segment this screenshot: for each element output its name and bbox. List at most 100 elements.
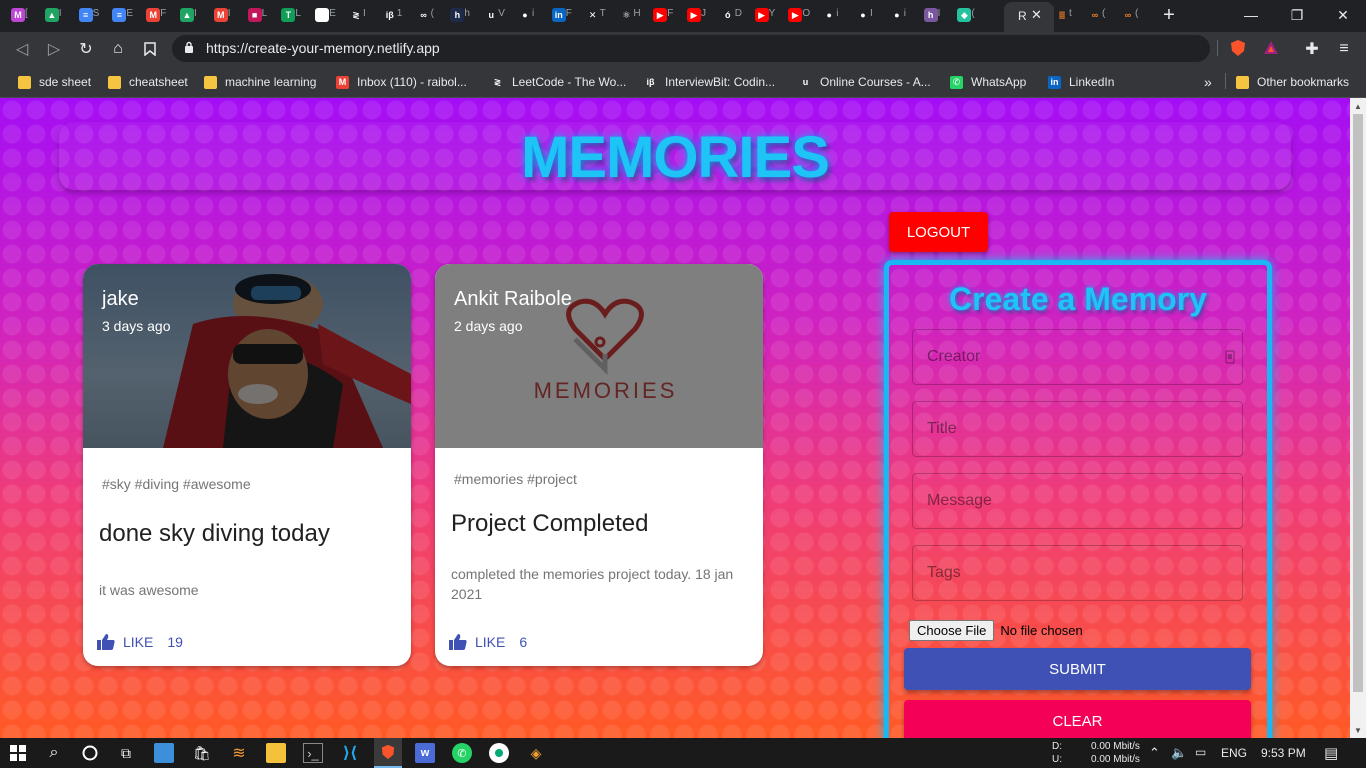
tab-close-icon[interactable]: ✕ [1031, 7, 1042, 23]
title-field[interactable]: Title [912, 401, 1243, 457]
cortana-icon[interactable] [80, 743, 100, 763]
tab[interactable]: TL [278, 4, 301, 26]
tab[interactable]: MF [143, 4, 166, 26]
other-bookmarks[interactable]: Other bookmarks [1236, 73, 1349, 91]
scrollbar-thumb[interactable] [1353, 114, 1363, 692]
language-indicator[interactable]: ENG [1221, 746, 1247, 760]
tab[interactable]: óD [718, 4, 742, 26]
chevron-up-icon[interactable]: ⌃ [1149, 745, 1160, 761]
submit-button[interactable]: SUBMIT [904, 648, 1251, 690]
folder-icon [204, 75, 217, 89]
tab[interactable]: ▲ I [42, 4, 62, 26]
bookmark-item[interactable]: iβ InterviewBit: Codin... [644, 73, 775, 91]
tab-active[interactable]: R ✕ [1004, 2, 1054, 32]
tab[interactable]: ≡ E [109, 4, 133, 26]
tab[interactable]: ≣ t [1052, 4, 1072, 26]
tab[interactable]: M[ [8, 4, 28, 26]
tab[interactable]: ▶ F [650, 4, 673, 26]
task-view-icon[interactable]: ⧉ [116, 743, 136, 763]
brave-shield-icon[interactable] [1229, 39, 1247, 57]
tags-field[interactable]: Tags [912, 545, 1243, 601]
git-icon[interactable]: ◈ [526, 743, 546, 763]
tab[interactable]: ▲ I [177, 4, 197, 26]
tab-label: ( [430, 8, 434, 19]
autofill-key-icon[interactable] [1225, 350, 1235, 364]
like-label: LIKE [475, 634, 506, 650]
creator-field[interactable]: Creator [912, 329, 1243, 385]
battery-icon[interactable]: ▭ [1195, 745, 1206, 759]
more-bookmarks-button[interactable]: » [1204, 73, 1212, 91]
tab[interactable]: hI [921, 4, 941, 26]
windows-start-icon[interactable] [8, 743, 28, 763]
tab[interactable]: hh [447, 4, 470, 26]
clear-button[interactable]: CLEAR [904, 700, 1251, 738]
volume-icon[interactable]: 🔈 [1171, 745, 1187, 761]
post-image-skydiving: jake 3 days ago [83, 264, 411, 448]
tab[interactable]: iβ 1 [380, 4, 402, 26]
close-window-icon[interactable]: ✕ [1320, 0, 1366, 30]
bookmark-item[interactable]: machine learning [204, 73, 316, 91]
choose-file-button[interactable]: Choose File [909, 620, 995, 641]
tab-label: I [937, 8, 941, 19]
sublime-icon[interactable]: ≋ [229, 743, 249, 763]
tab[interactable]: ∞( [414, 4, 434, 26]
tab[interactable]: ≷ I [346, 4, 366, 26]
tab[interactable]: ↗ E [312, 4, 336, 26]
bookmark-item[interactable]: sde sheet [18, 73, 91, 91]
tab[interactable]: ▶ O [785, 4, 810, 26]
like-button[interactable]: LIKE 6 [449, 634, 527, 650]
minimize-icon[interactable]: — [1228, 0, 1274, 30]
brave-taskbar-icon[interactable] [374, 738, 402, 768]
tab[interactable]: ● i [819, 4, 839, 26]
new-tab-button[interactable]: + [1158, 4, 1180, 26]
tab[interactable]: ∞( [1085, 4, 1105, 26]
tab[interactable]: ● i [887, 4, 907, 26]
bookmark-item[interactable]: cheatsheet [108, 73, 188, 91]
tab[interactable]: ◆( [954, 4, 975, 26]
menu-icon[interactable]: ≡ [1333, 38, 1355, 60]
message-field[interactable]: Message [912, 473, 1243, 529]
tab[interactable]: ≡ S [76, 4, 99, 26]
app-icon[interactable] [489, 743, 509, 763]
tab[interactable]: MI [211, 4, 231, 26]
tab[interactable]: ■ L [245, 4, 267, 26]
brave-rewards-icon[interactable] [1262, 39, 1280, 57]
extensions-icon[interactable]: ✚ [1301, 38, 1323, 60]
whatsapp-taskbar-icon[interactable]: ✆ [452, 743, 472, 763]
search-icon[interactable]: ⌕ [44, 743, 64, 763]
notifications-icon[interactable]: ▤ [1324, 744, 1338, 762]
tab[interactable]: ● i [515, 4, 535, 26]
tab[interactable]: ✕ T [583, 4, 606, 26]
folder-icon [18, 75, 31, 89]
vscode-icon[interactable]: ⟩⟨ [340, 743, 360, 763]
file-explorer-icon[interactable] [266, 743, 286, 763]
tab[interactable]: ▶ Y [752, 4, 775, 26]
logout-button[interactable]: LOGOUT [889, 212, 988, 252]
home-icon[interactable]: ⌂ [107, 38, 129, 60]
scroll-down-icon[interactable]: ▼ [1353, 726, 1363, 735]
tab[interactable]: uV [481, 4, 505, 26]
forward-icon[interactable]: ▷ [43, 38, 65, 60]
computer-icon[interactable] [154, 743, 174, 763]
address-bar[interactable]: https://create-your-memory.netlify.app [172, 35, 1210, 62]
bookmark-icon[interactable] [139, 38, 161, 60]
tab[interactable]: ● I [853, 4, 873, 26]
tab[interactable]: ∞( [1118, 4, 1138, 26]
tab[interactable]: in F [549, 4, 572, 26]
tab[interactable]: ⚛ H [616, 4, 641, 26]
bookmark-item[interactable]: ≷ LeetCode - The Wo... [491, 73, 626, 91]
like-button[interactable]: LIKE 19 [97, 634, 183, 650]
bookmark-item[interactable]: M Inbox (110) - raibol... [336, 73, 467, 91]
clock[interactable]: 9:53 PM [1261, 746, 1306, 760]
scroll-up-icon[interactable]: ▲ [1353, 102, 1363, 111]
tab[interactable]: ▶ J [684, 4, 706, 26]
maximize-icon[interactable]: ❐ [1274, 0, 1320, 30]
reload-icon[interactable]: ↻ [75, 38, 97, 60]
back-icon[interactable]: ◁ [11, 38, 33, 60]
bookmark-item[interactable]: ✆ WhatsApp [950, 73, 1026, 91]
store-icon[interactable]: 🛍 [192, 743, 212, 763]
terminal-icon[interactable]: ›_ [303, 743, 323, 763]
bookmark-item[interactable]: u Online Courses - A... [799, 73, 931, 91]
word-icon[interactable]: w [415, 743, 435, 763]
bookmark-item[interactable]: in LinkedIn [1048, 73, 1114, 91]
